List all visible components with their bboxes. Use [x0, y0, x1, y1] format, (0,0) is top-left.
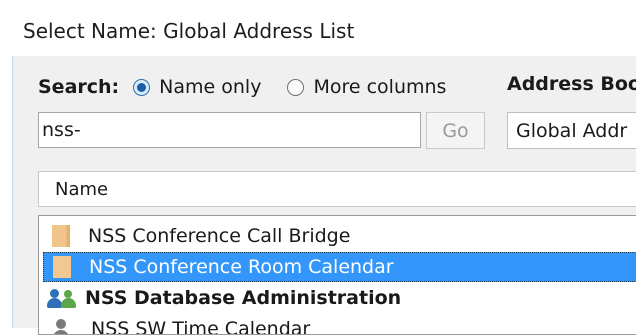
list-item[interactable]: NSS Conference Call Bridge	[43, 221, 636, 251]
room-icon	[52, 225, 70, 247]
search-input[interactable]	[38, 112, 421, 148]
title-bar[interactable]: Select Name: Global Address List	[0, 0, 636, 56]
results-list[interactable]: NSS Conference Call Bridge NSS Conferenc…	[38, 215, 636, 335]
radio-more-columns-label[interactable]: More columns	[313, 76, 446, 98]
radio-checked-icon[interactable]	[133, 78, 151, 96]
list-item[interactable]: NSS Database Administration	[43, 283, 636, 313]
list-item[interactable]: NSS SW Time Calendar	[43, 314, 636, 335]
radio-more-columns[interactable]: More columns	[287, 76, 446, 98]
address-book-value: Global Addr	[516, 119, 628, 142]
window-title: Select Name: Global Address List	[23, 19, 355, 43]
list-item-selected[interactable]: NSS Conference Room Calendar	[43, 252, 636, 282]
address-book-select[interactable]: Global Addr	[507, 112, 636, 149]
address-book-label: Address Boo	[507, 73, 636, 95]
list-item-name: NSS SW Time Calendar	[91, 318, 311, 335]
room-icon	[53, 256, 71, 278]
group-icon	[47, 287, 77, 309]
radio-unchecked-icon[interactable]	[287, 78, 305, 96]
column-header-name[interactable]: Name	[38, 171, 636, 207]
list-item-name: NSS Conference Room Calendar	[89, 256, 394, 278]
search-label: Search:	[38, 76, 120, 98]
user-icon	[51, 318, 71, 334]
list-item-name: NSS Conference Call Bridge	[88, 225, 351, 247]
go-button[interactable]: Go	[426, 112, 485, 149]
list-item-name: NSS Database Administration	[85, 287, 402, 309]
column-header-label: Name	[55, 178, 109, 200]
search-options-row: Search: Name only More columns	[38, 73, 446, 101]
radio-name-only-label[interactable]: Name only	[159, 76, 261, 98]
radio-name-only[interactable]: Name only	[133, 76, 261, 98]
